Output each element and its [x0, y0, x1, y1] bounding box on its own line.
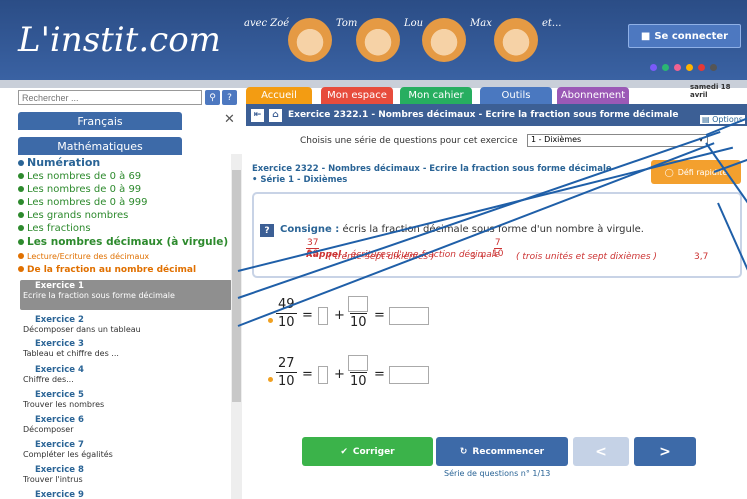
avatar — [356, 18, 400, 62]
question-bullet — [268, 318, 273, 323]
color-dot[interactable] — [698, 64, 705, 71]
tools-icon[interactable]: ✕ — [224, 112, 235, 127]
consigne-text: Consigne : écris la fraction décimale so… — [280, 224, 644, 235]
scrollbar-thumb[interactable] — [232, 170, 241, 402]
serie-status: Série de questions n° 1/13 — [444, 469, 551, 478]
login-button[interactable]: ■ Se connecter — [628, 24, 741, 48]
numerator-input[interactable] — [348, 296, 368, 312]
tab-accueil[interactable]: Accueil — [246, 87, 312, 104]
sidebar-item[interactable]: Les grands nombres — [18, 210, 128, 221]
kid-label-max: Max — [470, 18, 492, 29]
sidebar-item[interactable]: Les nombres de 0 à 99 — [18, 184, 141, 195]
search-icon[interactable]: ⚲ — [205, 90, 220, 105]
question-denominator: 10 — [350, 372, 367, 389]
integer-input[interactable] — [318, 307, 328, 325]
question-bullet — [268, 377, 273, 382]
tab-abonnement[interactable]: Abonnement — [557, 87, 629, 104]
kid-label-etc: et... — [542, 18, 562, 29]
exercise-item[interactable]: Exercice 3 Tableau et chiffre des ... — [20, 338, 232, 364]
serie-label: Choisis une série de questions pour cet … — [300, 136, 518, 146]
exercise-item[interactable]: Exercice 2 Décomposer dans un tableau — [20, 314, 232, 340]
avatar — [494, 18, 538, 62]
exercise-item[interactable]: Exercice 7 Compléter les égalités — [20, 439, 232, 465]
site-logo[interactable]: L'instit.com — [18, 20, 221, 60]
question-denominator: 10 — [350, 313, 367, 330]
rappel-value: 3,7 — [694, 252, 709, 262]
help-icon[interactable]: ? — [222, 90, 237, 105]
color-dots — [650, 64, 717, 71]
collapse-icon[interactable]: ⇤ — [251, 108, 264, 122]
home-icon[interactable]: ⌂ — [269, 108, 282, 122]
question-fraction: 27 10 — [276, 356, 297, 389]
avatar — [288, 18, 332, 62]
sidebar-section[interactable]: Numération — [18, 156, 100, 169]
color-dot[interactable] — [662, 64, 669, 71]
exercise-bar-title: Exercice 2322.1 - Nombres décimaux - Ecr… — [288, 110, 679, 120]
date-display: samedi 18 avril — [690, 83, 731, 99]
next-button[interactable]: > — [634, 437, 696, 466]
kid-label-tom: Tom — [336, 18, 358, 29]
color-dot[interactable] — [710, 64, 717, 71]
tab-outils[interactable]: Outils — [480, 87, 552, 104]
sidebar-item[interactable]: Les fractions — [18, 223, 91, 234]
answer-input[interactable] — [389, 366, 429, 384]
exercise-item[interactable]: Exercice 6 Décomposer — [20, 414, 232, 440]
subject-mathematiques[interactable]: Mathématiques — [18, 137, 182, 155]
user-icon: ■ — [640, 30, 651, 42]
avatar — [422, 18, 466, 62]
recommencer-button[interactable]: ↻ Recommencer — [436, 437, 568, 466]
rappel-int: 3 + — [470, 252, 487, 262]
exercise-item[interactable]: Exercice 4 Chiffre des... — [20, 364, 232, 390]
color-dot[interactable] — [686, 64, 693, 71]
exercise-item[interactable]: Exercice 9 — [20, 489, 232, 499]
rappel-fraction: 7 10 — [492, 238, 504, 259]
exercise-title: Exercice 2322 - Nombres décimaux - Ecrir… — [252, 164, 612, 185]
corriger-button[interactable]: ✔ Corriger — [302, 437, 433, 466]
numerator-input[interactable] — [348, 355, 368, 371]
refresh-icon: ↻ — [459, 446, 468, 457]
tab-mon-espace[interactable]: Mon espace — [321, 87, 393, 104]
previous-button[interactable]: < — [573, 437, 629, 466]
sidebar-item[interactable]: Les nombres de 0 à 999 — [18, 197, 148, 208]
sidebar-subitem-active[interactable]: De la fraction au nombre décimal — [18, 265, 196, 275]
rappel-words: ( trois unités et sept dixièmes ) — [516, 252, 657, 262]
sidebar-item[interactable]: Les nombres de 0 à 69 — [18, 171, 141, 182]
rappel-fraction: 37 10 — [306, 238, 320, 259]
sidebar: Numération Les nombres de 0 à 69 Les nom… — [18, 154, 242, 499]
subject-francais[interactable]: Français — [18, 112, 182, 130]
exercise-item[interactable]: Exercice 5 Trouver les nombres — [20, 389, 232, 415]
tab-mon-cahier[interactable]: Mon cahier — [400, 87, 472, 104]
integer-input[interactable] — [318, 366, 328, 384]
exercise-topbar: ⇤ ⌂ Exercice 2322.1 - Nombres décimaux -… — [246, 104, 747, 126]
answer-input[interactable] — [389, 307, 429, 325]
question-icon: ? — [260, 224, 274, 237]
question-fraction: 49 10 — [276, 297, 297, 330]
check-icon: ✔ — [340, 446, 348, 457]
sidebar-subitem[interactable]: Lecture/Ecriture des décimaux — [18, 252, 149, 261]
color-dot[interactable] — [674, 64, 681, 71]
sidebar-item-active[interactable]: Les nombres décimaux (à virgule) — [18, 236, 228, 248]
login-label: Se connecter — [654, 30, 729, 42]
exercise-item-active[interactable]: Exercice 1 Ecrire la fraction sous forme … — [20, 280, 232, 310]
kid-label-lou: Lou — [404, 18, 424, 29]
color-dot[interactable] — [650, 64, 657, 71]
search-input[interactable] — [18, 90, 202, 105]
header: L'instit.com avec Zoé Tom Lou Max et... … — [0, 0, 747, 80]
timer-icon: ◯ — [664, 167, 674, 177]
exercise-item[interactable]: Exercice 8 Trouver l'intrus — [20, 464, 232, 490]
kid-label-zoe: avec Zoé — [244, 18, 290, 29]
